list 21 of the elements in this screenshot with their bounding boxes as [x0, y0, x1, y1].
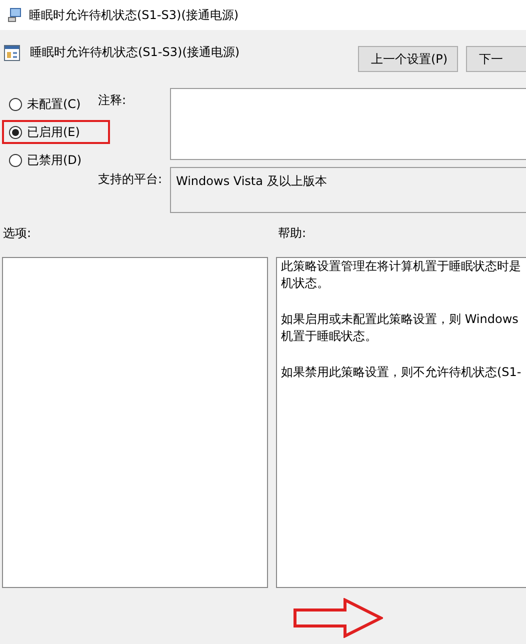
nav-button[interactable]: 上一个设置(P) [358, 46, 458, 72]
comment-field[interactable] [170, 88, 526, 160]
help-text: 机状态。 [281, 275, 330, 292]
window-title: 睡眠时允许待机状态(S1-S3)(接通电源) [29, 6, 239, 24]
radio-option[interactable]: 未配置(C) [9, 96, 81, 112]
comment-label: 注释: [98, 92, 128, 109]
nav-button[interactable]: 下一 [466, 46, 526, 72]
settings-page-icon [4, 45, 20, 61]
platform-field: Windows Vista 及以上版本 [170, 167, 526, 213]
arrow-icon [293, 598, 383, 638]
platform-label: 支持的平台: [98, 171, 164, 188]
help-text: 机置于睡眠状态。 [281, 328, 378, 345]
help-text: 如果禁用此策略设置，则不允许待机状态(S1- [281, 364, 522, 381]
help-text: 如果启用或未配置此策略设置，则 Windows [281, 311, 520, 328]
radio-option[interactable]: 已启用(E) [9, 124, 80, 140]
help-label: 帮助: [278, 225, 306, 242]
setting-title: 睡眠时允许待机状态(S1-S3)(接通电源) [30, 44, 241, 61]
policy-icon [7, 7, 23, 23]
radio-option[interactable]: 已禁用(D) [9, 152, 82, 168]
options-label: 选项: [2, 225, 32, 242]
help-text: 此策略设置管理在将计算机置于睡眠状态时是 [281, 258, 522, 275]
